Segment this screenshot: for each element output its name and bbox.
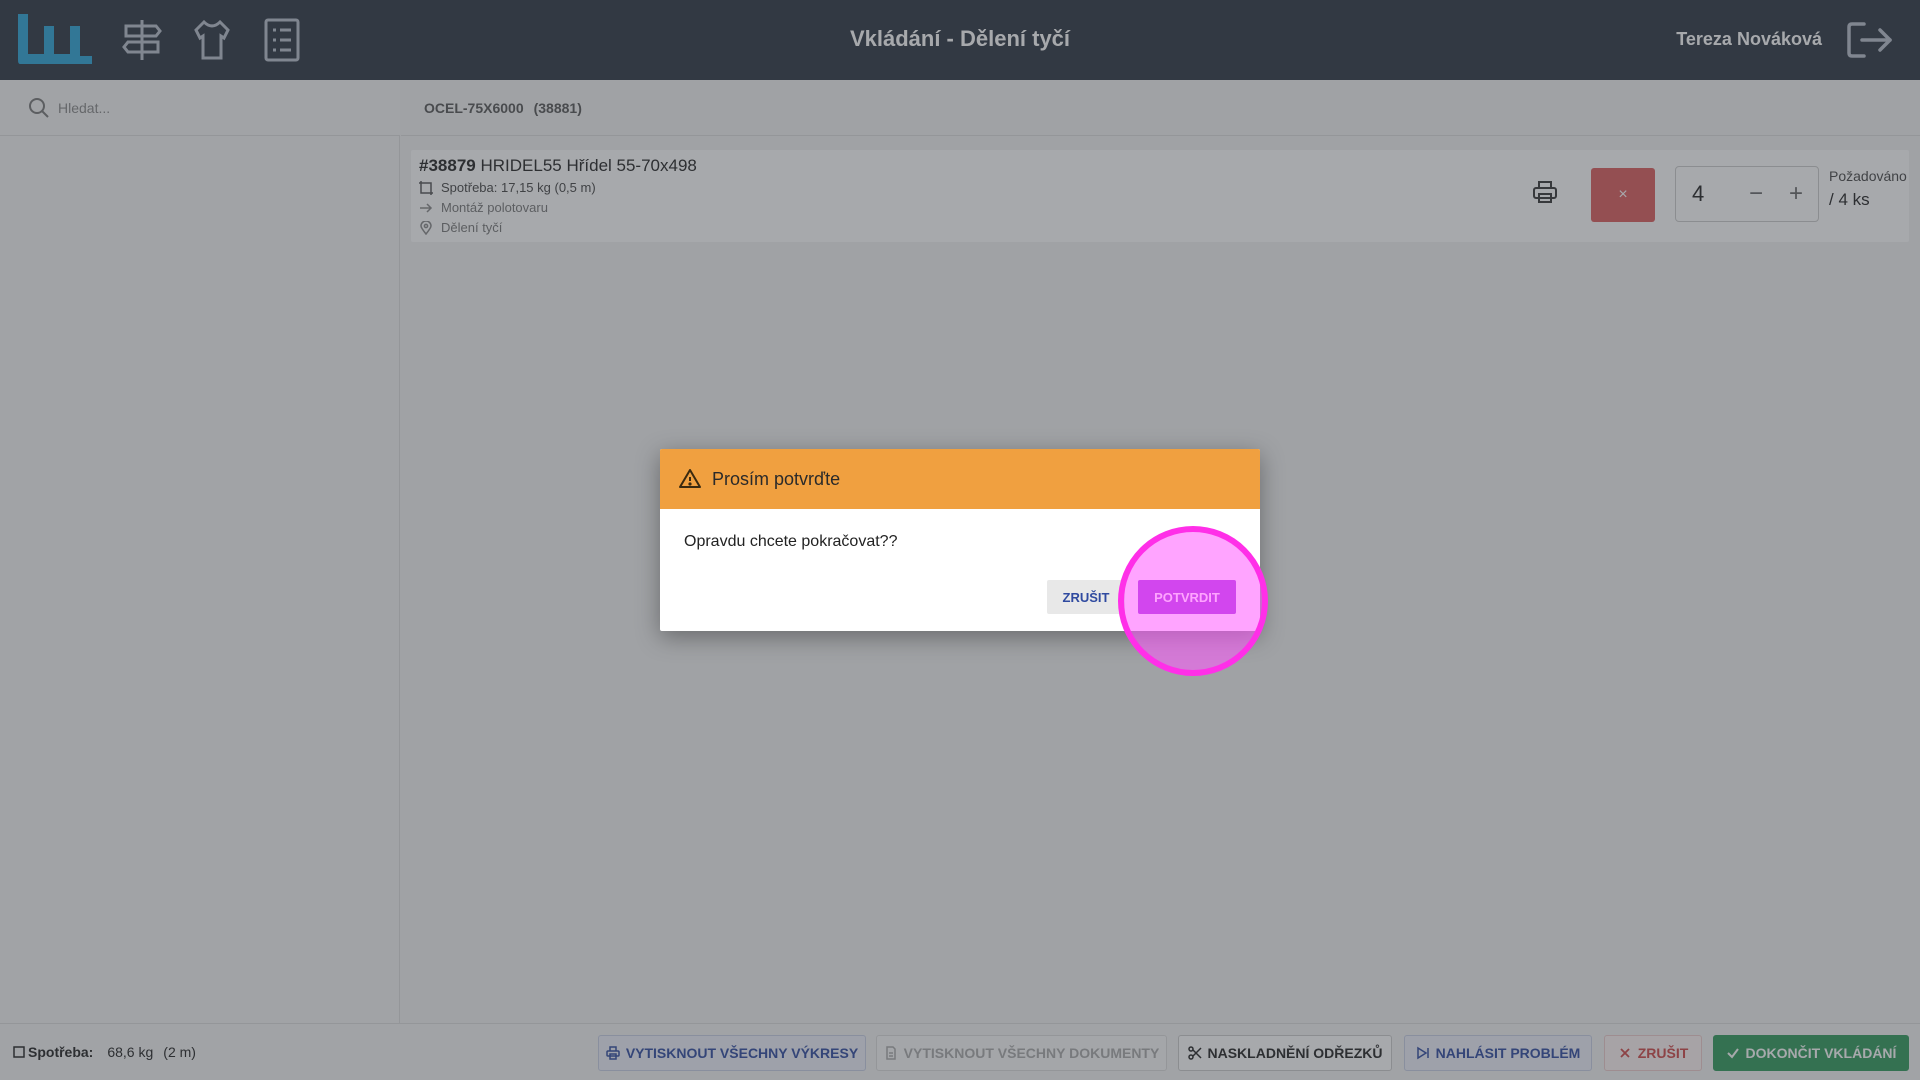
dialog-header: Prosím potvrďte xyxy=(660,449,1260,509)
dialog-title: Prosím potvrďte xyxy=(712,468,841,489)
dialog-message: Opravdu chcete pokračovat?? xyxy=(684,533,898,550)
warning-icon xyxy=(679,469,701,488)
dialog-cancel-button[interactable]: ZRUŠIT xyxy=(1047,580,1125,614)
dialog-confirm-button[interactable]: POTVRDIT xyxy=(1138,580,1236,614)
confirm-dialog: Prosím potvrďte Opravdu chcete pokračova… xyxy=(660,449,1260,631)
